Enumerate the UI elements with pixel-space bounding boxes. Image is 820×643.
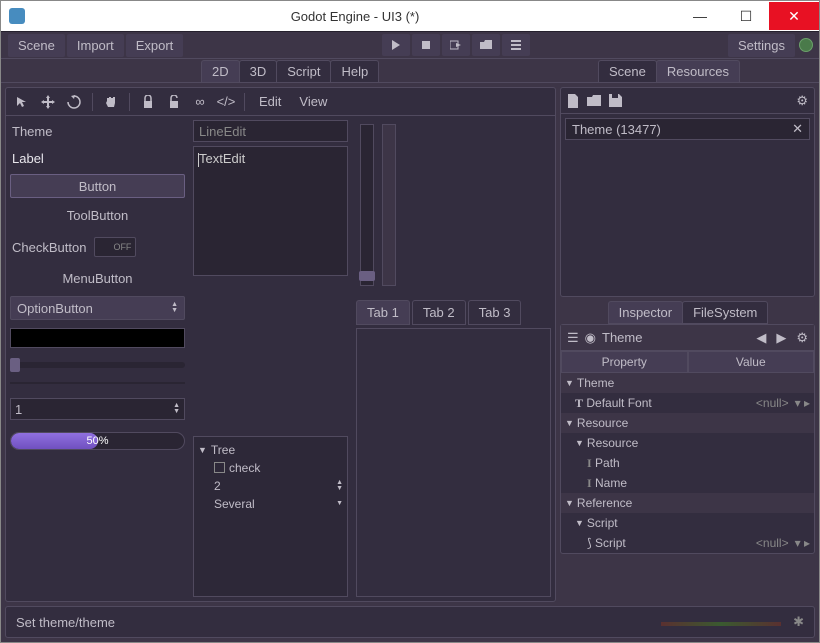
menu-scene[interactable]: Scene: [8, 34, 65, 57]
move-icon[interactable]: [38, 92, 58, 112]
inspector-object: Theme: [602, 330, 642, 345]
tab-3d[interactable]: 3D: [239, 60, 278, 82]
tab-1[interactable]: Tab 1: [356, 300, 410, 325]
lock-icon[interactable]: [138, 92, 158, 112]
view-menu[interactable]: View: [293, 94, 333, 109]
prop-script[interactable]: ⟆ Script<null> ▾ ▸: [561, 533, 814, 553]
resource-list[interactable]: [561, 144, 814, 296]
tab-3[interactable]: Tab 3: [468, 300, 522, 325]
tab-script[interactable]: Script: [276, 60, 331, 82]
gear-icon[interactable]: ⚙: [796, 93, 808, 109]
close-button[interactable]: ✕: [769, 2, 819, 30]
color-rect: [10, 328, 185, 348]
edit-menu[interactable]: Edit: [253, 94, 287, 109]
checkbutton-toggle[interactable]: OFF: [94, 237, 136, 257]
rotate-icon[interactable]: [64, 92, 84, 112]
prop-default-font[interactable]: T Default Font<null> ▾ ▸: [561, 393, 814, 413]
status-text: Set theme/theme: [16, 615, 115, 630]
play-icon[interactable]: [382, 34, 410, 56]
folder-icon[interactable]: [472, 34, 500, 56]
object-icon: ◉: [585, 330, 596, 346]
new-file-icon[interactable]: [567, 94, 579, 108]
play-scene-icon[interactable]: [442, 34, 470, 56]
tab-help[interactable]: Help: [330, 60, 379, 82]
arrow-icon[interactable]: [12, 92, 32, 112]
save-icon[interactable]: [609, 94, 622, 107]
app-icon: [9, 8, 25, 24]
sub-resource[interactable]: ▼Resource: [561, 433, 814, 453]
hslider-control[interactable]: [10, 362, 185, 368]
checkbutton-label: CheckButton: [12, 240, 86, 255]
menu-import[interactable]: Import: [67, 34, 124, 57]
section-reference[interactable]: ▼Reference: [561, 493, 814, 513]
inspector-gear-icon[interactable]: ⚙: [796, 330, 808, 346]
section-resource[interactable]: ▼Resource: [561, 413, 814, 433]
window-title: Godot Engine - UI3 (*): [33, 9, 677, 24]
resource-filter[interactable]: Theme (13477) ✕: [565, 118, 810, 140]
unlock-icon[interactable]: [164, 92, 184, 112]
section-theme[interactable]: ▼Theme: [561, 373, 814, 393]
vscrollbar-control[interactable]: [382, 124, 396, 286]
tab-scene[interactable]: Scene: [598, 60, 657, 82]
vslider-control[interactable]: [360, 124, 374, 286]
tab-2[interactable]: Tab 2: [412, 300, 466, 325]
lineedit-control[interactable]: LineEdit: [193, 120, 348, 142]
tab-2d[interactable]: 2D: [201, 60, 240, 82]
progressbar-control: 50%: [10, 432, 185, 450]
stop-icon[interactable]: [412, 34, 440, 56]
minimize-button[interactable]: —: [677, 2, 723, 30]
clear-filter-icon[interactable]: ✕: [792, 121, 803, 137]
open-folder-icon[interactable]: [587, 95, 601, 107]
tab-resources[interactable]: Resources: [656, 60, 740, 82]
spinbox-control[interactable]: 1 ▲▼: [10, 398, 185, 420]
menubutton-control[interactable]: MenuButton: [10, 265, 185, 292]
label-control: Label: [10, 147, 185, 170]
toolbutton-control[interactable]: ToolButton: [10, 202, 185, 229]
menu-export[interactable]: Export: [126, 34, 184, 57]
maximize-button[interactable]: ☐: [723, 2, 769, 30]
sub-script[interactable]: ▼Script: [561, 513, 814, 533]
button-control[interactable]: Button: [10, 174, 185, 198]
link-icon[interactable]: ∞: [190, 92, 210, 112]
tree-control[interactable]: ▼Tree check 2▲▼ Several▼: [193, 436, 348, 598]
col-value: Value: [688, 351, 815, 373]
pan-icon[interactable]: [101, 92, 121, 112]
tab-inspector[interactable]: Inspector: [608, 301, 683, 324]
hscrollbar-control[interactable]: [10, 382, 185, 384]
tabcontainer-body: [356, 328, 551, 597]
titlebar[interactable]: Godot Engine - UI3 (*) — ☐ ✕: [1, 1, 819, 31]
code-icon[interactable]: </>: [216, 92, 236, 112]
settings-button[interactable]: Settings: [728, 34, 795, 57]
col-property: Property: [561, 351, 688, 373]
prev-icon[interactable]: ◀: [756, 330, 766, 346]
theme-label: Theme: [10, 120, 185, 143]
optionbutton-control[interactable]: OptionButton ▲▼: [10, 296, 185, 320]
tab-filesystem[interactable]: FileSystem: [682, 301, 768, 324]
list-icon[interactable]: [502, 34, 530, 56]
textedit-control[interactable]: TextEdit: [193, 146, 348, 276]
statusbar: Set theme/theme ✱: [5, 606, 815, 638]
list-view-icon[interactable]: ☰: [567, 330, 579, 346]
status-indicator-icon: [799, 38, 813, 52]
next-icon[interactable]: ▶: [776, 330, 786, 346]
prop-path[interactable]: I Path: [561, 453, 814, 473]
prop-name[interactable]: I Name: [561, 473, 814, 493]
